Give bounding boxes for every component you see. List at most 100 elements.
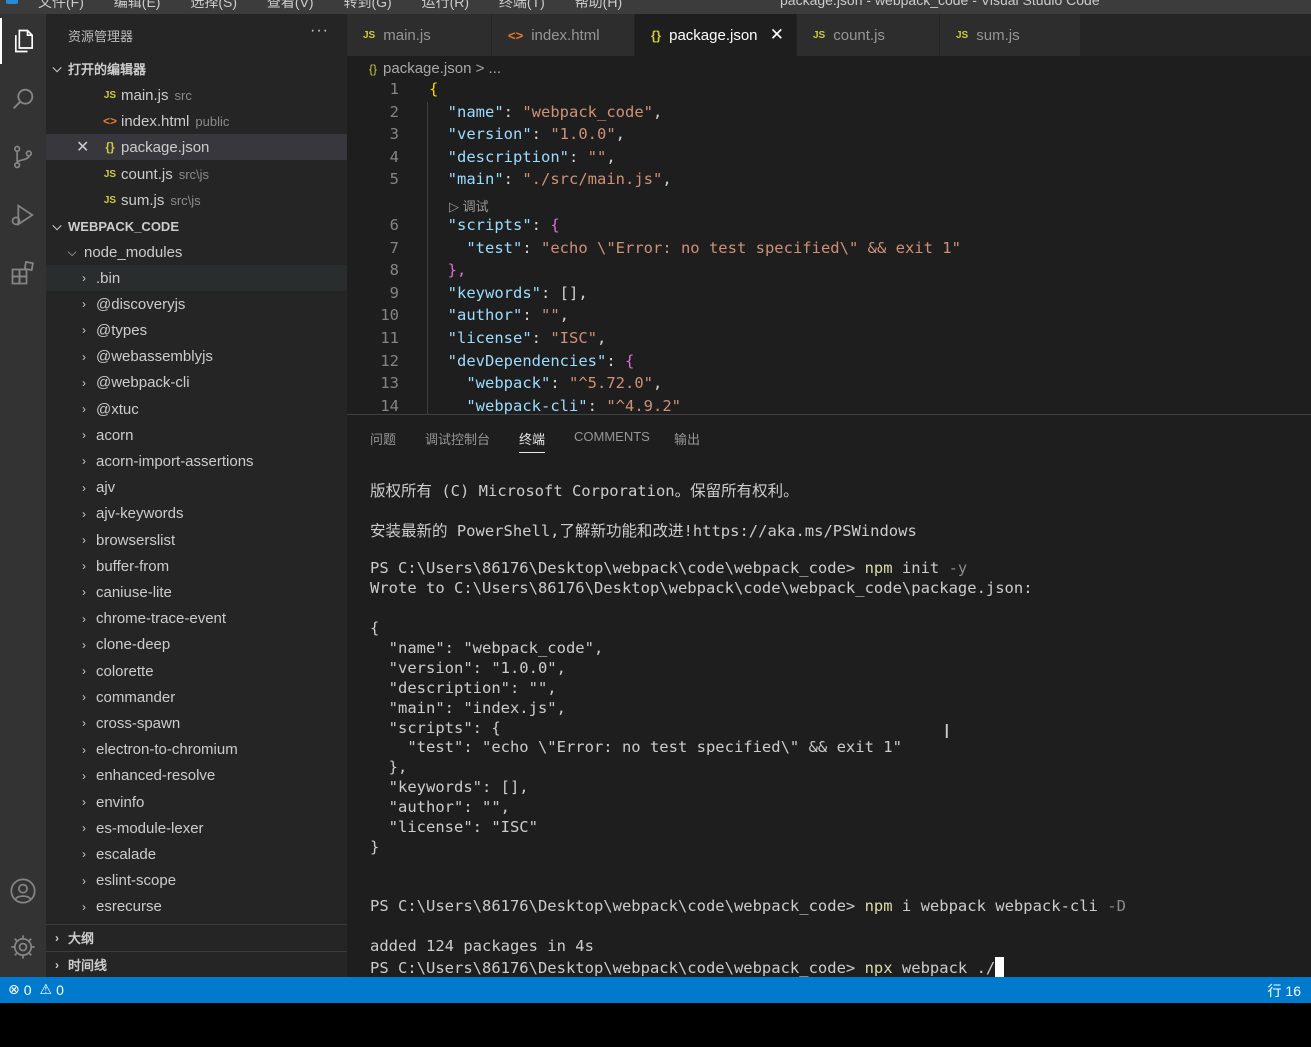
folder-item[interactable]: › acorn-import-assertions xyxy=(46,448,347,474)
folder-item[interactable]: › @webpack-cli xyxy=(46,370,347,396)
open-editor-package-json[interactable]: ✕ {} package.json xyxy=(46,134,347,160)
code-editor[interactable]: {} package.json > ... ▷ 调试 1{2 "name": "w… xyxy=(347,56,1311,414)
chevron-right-icon: › xyxy=(82,559,86,574)
folder-item[interactable]: › es-module-lexer xyxy=(46,815,347,841)
breadcrumb-rest[interactable]: > ... xyxy=(471,60,501,77)
chevron-right-icon: › xyxy=(82,375,86,390)
terminal-json-line: } xyxy=(370,837,380,856)
open-editors-header[interactable]: ⌵ 打开的编辑器 xyxy=(46,55,347,81)
debug-codelens[interactable]: ▷ 调试 xyxy=(449,196,489,215)
folder-label: @webassemblyjs xyxy=(96,348,213,366)
folder-item[interactable]: › clone-deep xyxy=(46,632,347,658)
chevron-right-icon: › xyxy=(82,349,86,364)
folder-item[interactable]: › commander xyxy=(46,684,347,710)
menu-file[interactable]: 文件(F) xyxy=(38,0,84,10)
editor-tabs: JS main.js <> index.html {} package.json… xyxy=(347,14,1311,56)
code-line: 3 "version": "1.0.0", xyxy=(347,125,1311,147)
terminal-json-line: "name": "webpack_code", xyxy=(370,638,604,657)
close-icon[interactable]: ✕ xyxy=(770,25,784,45)
folder-item[interactable]: › acorn xyxy=(46,422,347,448)
tab-debug-console[interactable]: 调试控制台 xyxy=(425,429,490,453)
folder-item[interactable]: › browserslist xyxy=(46,527,347,553)
folder-item[interactable]: › eslint-scope xyxy=(46,868,347,894)
account-icon[interactable] xyxy=(0,868,46,914)
folder-item[interactable]: › ajv xyxy=(46,475,347,501)
run-debug-icon[interactable] xyxy=(0,192,46,238)
tab-terminal[interactable]: 终端 xyxy=(519,429,546,453)
folder-item[interactable]: › ajv-keywords xyxy=(46,501,347,527)
chevron-right-icon: › xyxy=(82,664,86,678)
folder-item[interactable]: › cross-spawn xyxy=(46,710,347,736)
open-editor-sum-js[interactable]: JS sum.js src\js xyxy=(46,187,347,213)
menu-edit[interactable]: 编辑(E) xyxy=(114,0,161,10)
code-line: 5 "main": "./src/main.js", xyxy=(347,170,1311,192)
folder-item[interactable]: › enhanced-resolve xyxy=(46,763,347,789)
close-icon[interactable]: ✕ xyxy=(76,137,89,157)
folder-node-modules[interactable]: ⌵ node_modules xyxy=(46,239,347,265)
terminal-command-line[interactable]: PS C:\Users\86176\Desktop\webpack\code\w… xyxy=(370,957,1005,977)
chevron-right-icon: › xyxy=(82,795,86,809)
menu-help[interactable]: 帮助(H) xyxy=(575,0,622,10)
tab-problems[interactable]: 问题 xyxy=(370,429,396,453)
folder-item[interactable]: › @xtuc xyxy=(46,396,347,422)
open-editor-name: index.html xyxy=(121,112,190,130)
menu-terminal[interactable]: 终端(T) xyxy=(499,0,545,10)
error-count: 0 xyxy=(23,981,32,998)
code-line: 7 "test": "echo \"Error: no test specifi… xyxy=(347,239,1311,261)
folder-item[interactable]: › buffer-from xyxy=(46,553,347,579)
more-actions-icon[interactable]: ··· xyxy=(310,22,329,40)
folder-item[interactable]: › envinfo xyxy=(46,789,347,815)
search-icon[interactable] xyxy=(0,76,46,122)
menu-go[interactable]: 转到(G) xyxy=(343,0,391,10)
settings-gear-icon[interactable] xyxy=(0,924,46,970)
folder-item[interactable]: › .bin xyxy=(46,265,347,291)
tab-output[interactable]: 输出 xyxy=(674,429,700,453)
folder-item[interactable]: › escalade xyxy=(46,841,347,867)
menu-selection[interactable]: 选择(S) xyxy=(190,0,237,10)
open-editor-count-js[interactable]: JS count.js src\js xyxy=(46,161,347,187)
timeline-header[interactable]: › 时间线 xyxy=(46,951,347,977)
window-title: package.json - webpack_code - Visual Stu… xyxy=(780,0,1100,8)
folder-label: commander xyxy=(96,688,176,706)
menu-run[interactable]: 运行(R) xyxy=(422,0,469,10)
tab-sum-js[interactable]: JS sum.js xyxy=(940,14,1081,56)
folder-item[interactable]: › colorette xyxy=(46,658,347,684)
json-key: "keywords" xyxy=(447,284,541,302)
warning-count: 0 xyxy=(56,981,64,998)
folder-label: eslint-scope xyxy=(96,872,177,890)
project-header[interactable]: ⌵ WEBPACK_CODE xyxy=(46,213,347,239)
folder-item[interactable]: › @webassemblyjs xyxy=(46,344,347,370)
tab-comments[interactable]: COMMENTS xyxy=(574,429,650,453)
line-number: 11 xyxy=(380,329,399,347)
folder-item[interactable]: › @types xyxy=(46,317,347,343)
tab-package-json[interactable]: {} package.json ✕ xyxy=(635,14,797,56)
tab-label: index.html xyxy=(531,26,600,44)
folder-item[interactable]: › caniuse-lite xyxy=(46,579,347,605)
folder-label: ajv xyxy=(96,479,116,497)
folder-item[interactable]: › electron-to-chromium xyxy=(46,737,347,763)
chevron-down-icon: ⌵ xyxy=(67,244,77,259)
activity-bar xyxy=(0,14,46,977)
menu-view[interactable]: 查看(V) xyxy=(267,0,314,10)
cursor-position[interactable]: 行 16 xyxy=(1268,981,1301,1001)
breadcrumb-file[interactable]: package.json xyxy=(383,60,471,77)
json-value: "" xyxy=(541,306,560,324)
extensions-icon[interactable] xyxy=(0,250,46,296)
chevron-right-icon: › xyxy=(82,873,86,888)
problems-indicator[interactable]: ⊗ 0 ⚠ 0 xyxy=(8,981,64,998)
folder-label: esrecurse xyxy=(96,898,162,916)
folder-item[interactable]: › esrecurse xyxy=(46,894,347,920)
open-editor-desc: public xyxy=(195,113,230,129)
code-line: 6 "scripts": { xyxy=(347,216,1311,238)
folder-item[interactable]: › @discoveryjs xyxy=(46,291,347,317)
open-editor-main-js[interactable]: JS main.js src xyxy=(46,82,347,108)
tab-count-js[interactable]: JS count.js xyxy=(797,14,940,56)
outline-header[interactable]: › 大纲 xyxy=(46,924,347,950)
files-icon[interactable] xyxy=(0,18,46,64)
source-control-icon[interactable] xyxy=(0,134,46,180)
folder-item[interactable]: › chrome-trace-event xyxy=(46,606,347,632)
json-key: "test" xyxy=(466,239,523,257)
tab-main-js[interactable]: JS main.js xyxy=(347,14,492,56)
open-editor-index-html[interactable]: <> index.html public xyxy=(46,108,347,134)
tab-index-html[interactable]: <> index.html xyxy=(492,14,635,56)
